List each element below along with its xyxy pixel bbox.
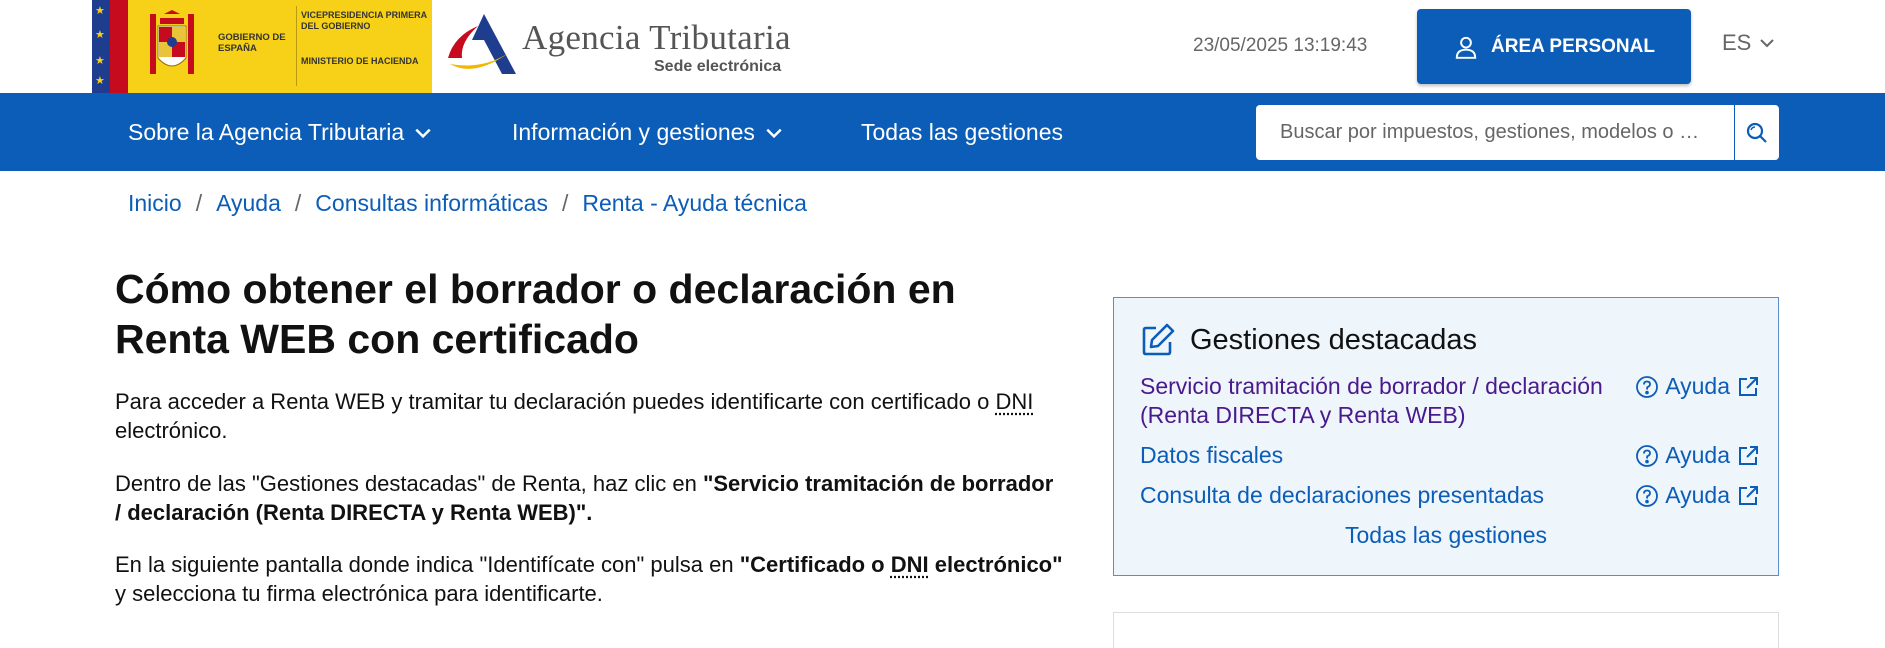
ayuda-label: Ayuda <box>1665 373 1730 399</box>
gestiones-destacadas-title: Gestiones destacadas <box>1190 323 1477 356</box>
gov-divider <box>296 6 297 86</box>
gov-name: Gobierno de España <box>218 32 286 54</box>
breadcrumb-separator: / <box>294 190 302 216</box>
paragraph-identificate: En la siguiente pantalla donde indica "I… <box>115 550 1065 608</box>
help-circle-icon <box>1636 444 1659 467</box>
main-navbar: Sobre la Agencia Tributaria Información … <box>0 93 1885 171</box>
edit-icon <box>1142 323 1175 356</box>
breadcrumb-consultas-informaticas[interactable]: Consultas informáticas <box>315 190 548 217</box>
gestiones-destacadas-panel: Gestiones destacadas Servicio tramitació… <box>1113 297 1779 576</box>
gestion-link-consulta-declaraciones[interactable]: Consulta de declaraciones presentadas <box>1140 481 1620 510</box>
dni-abbreviation: DNI <box>890 552 929 577</box>
datetime: 23/05/2025 13:19:43 <box>1193 35 1368 56</box>
language-label: ES <box>1722 30 1752 55</box>
nav-todas-gestiones-label: Todas las gestiones <box>861 119 1064 145</box>
external-link-icon <box>1739 485 1758 505</box>
external-link-icon <box>1739 445 1758 465</box>
paragraph-text: En la siguiente pantalla donde indica "I… <box>115 552 740 577</box>
ayuda-link[interactable]: Ayuda <box>1635 372 1760 401</box>
area-personal-button[interactable]: ÁREA PERSONAL <box>1417 9 1691 84</box>
gov-vice: Vicepresidencia Primera del Gobierno <box>301 10 427 31</box>
help-circle-icon <box>1636 375 1659 398</box>
user-icon <box>1455 36 1477 59</box>
agency-title: Agencia Tributaria <box>522 18 791 57</box>
paragraph-text: electrónico. <box>115 418 228 443</box>
paragraph-text: y selecciona tu firma electrónica para i… <box>115 581 603 606</box>
search-button[interactable] <box>1734 105 1779 160</box>
paragraph-gestiones: Dentro de las "Gestiones destacadas" de … <box>115 469 1065 527</box>
top-header: ★ ★ ★ ★ Gobierno de España Vic <box>0 0 1885 93</box>
gestiones-destacadas-header: Gestiones destacadas <box>1140 322 1477 358</box>
nav-informacion-gestiones[interactable]: Información y gestiones <box>512 119 783 146</box>
breadcrumb-separator: / <box>561 190 569 216</box>
dni-abbreviation: DNI <box>995 389 1034 414</box>
paragraph-bold: electrónico" <box>928 552 1063 577</box>
agency-subtitle: Sede electrónica <box>654 58 782 75</box>
nav-informacion-gestiones-label: Información y gestiones <box>512 119 755 145</box>
external-link-icon <box>1739 376 1758 396</box>
coat-of-arms-icon <box>142 10 202 82</box>
breadcrumb-renta-ayuda-tecnica[interactable]: Renta - Ayuda técnica <box>582 190 807 217</box>
gov-ministry: Ministerio de Hacienda <box>301 56 419 66</box>
gestion-link-datos-fiscales[interactable]: Datos fiscales <box>1140 441 1620 470</box>
breadcrumb-ayuda[interactable]: Ayuda <box>216 190 281 217</box>
gestion-link-borrador[interactable]: Servicio tramitación de borrador / decla… <box>1140 372 1620 430</box>
eu-flag-icon: ★ ★ ★ ★ <box>92 0 128 93</box>
breadcrumb-inicio[interactable]: Inicio <box>128 190 182 217</box>
language-selector[interactable]: ES <box>1722 30 1775 56</box>
ayuda-label: Ayuda <box>1665 482 1730 508</box>
search-box <box>1256 105 1779 160</box>
search-input[interactable] <box>1256 105 1734 160</box>
help-circle-icon <box>1636 484 1659 507</box>
chevron-down-icon <box>766 128 782 138</box>
agencia-tributaria-logo-icon[interactable] <box>444 12 518 78</box>
ayuda-label: Ayuda <box>1665 442 1730 468</box>
breadcrumb-separator: / <box>195 190 203 216</box>
search-icon <box>1746 122 1767 143</box>
gobierno-logo[interactable]: ★ ★ ★ ★ Gobierno de España Vic <box>92 0 432 93</box>
paragraph-text: Dentro de las "Gestiones destacadas" de … <box>115 471 703 496</box>
nav-sobre-agencia[interactable]: Sobre la Agencia Tributaria <box>128 119 432 146</box>
paragraph-bold: "Certificado o <box>739 552 891 577</box>
nav-todas-gestiones[interactable]: Todas las gestiones <box>861 119 1063 146</box>
nav-sobre-agencia-label: Sobre la Agencia Tributaria <box>128 119 405 145</box>
ayuda-link[interactable]: Ayuda <box>1635 481 1760 510</box>
area-personal-label: ÁREA PERSONAL <box>1491 35 1655 57</box>
next-panel <box>1113 612 1779 648</box>
chevron-down-icon <box>415 128 431 138</box>
paragraph-acceso: Para acceder a Renta WEB y tramitar tu d… <box>115 387 1065 445</box>
paragraph-text: Para acceder a Renta WEB y tramitar tu d… <box>115 389 996 414</box>
todas-las-gestiones-link[interactable]: Todas las gestiones <box>1114 522 1778 549</box>
chevron-down-icon <box>1760 39 1775 48</box>
breadcrumb: Inicio / Ayuda / Consultas informáticas … <box>128 190 807 217</box>
page-title: Cómo obtener el borrador o declaración e… <box>115 266 956 362</box>
ayuda-link[interactable]: Ayuda <box>1635 441 1760 470</box>
